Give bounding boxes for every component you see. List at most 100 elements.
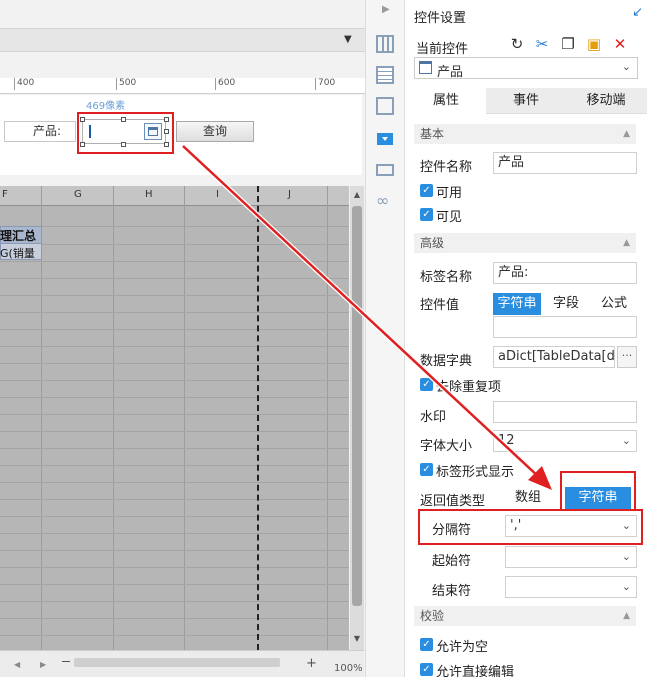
scroll-up-icon[interactable]: ▲ (352, 190, 362, 200)
zoom-percent: 100% (334, 663, 363, 674)
scroll-right-icon[interactable]: ▶ (40, 660, 46, 669)
expand-arrow-icon[interactable]: ▶ (382, 4, 390, 15)
dedupe-checkbox[interactable]: ✓ (420, 378, 433, 391)
chevron-down-icon[interactable]: ⌄ (622, 431, 631, 451)
grid-line (0, 244, 349, 245)
tag-display-checkbox[interactable]: ✓ (420, 463, 433, 476)
column-header[interactable]: G (74, 189, 82, 200)
start-char-select[interactable]: ⌄ (505, 546, 637, 568)
tag-name-label: 标签名称 (420, 270, 473, 285)
data-dict-more-button[interactable]: ··· (617, 346, 637, 368)
grid-line (184, 186, 185, 650)
annotation-highlight-widget (77, 112, 174, 154)
ruler-tick: 400 (14, 78, 34, 90)
column-header[interactable]: H (145, 189, 153, 200)
layer-icon[interactable] (376, 164, 394, 176)
dropdown-toggle-icon[interactable]: ▼ (344, 34, 356, 46)
ruler-tick: 600 (215, 78, 235, 90)
delete-icon[interactable]: ✕ (611, 35, 629, 53)
collapse-icon[interactable]: ▲ (623, 606, 630, 626)
widget-value-input[interactable] (493, 316, 637, 338)
grid-line (0, 516, 349, 517)
collapse-icon[interactable]: ▲ (623, 233, 630, 253)
spreadsheet-grid[interactable]: F G H I J 理汇总 G(销量 (0, 186, 349, 650)
zoom-out-icon[interactable] (62, 661, 70, 662)
dedupe-label: 去除重复项 (436, 380, 502, 395)
scrollbar-thumb[interactable] (352, 206, 362, 606)
return-type-label: 返回值类型 (420, 494, 486, 509)
visible-checkbox[interactable]: ✓ (420, 208, 433, 221)
current-widget-select[interactable]: 产品 ⌄ (414, 57, 638, 80)
product-label-widget[interactable]: 产品: (4, 121, 76, 142)
tag-name-input[interactable]: 产品: (493, 262, 637, 284)
visible-label: 可见 (436, 210, 463, 225)
tab-properties[interactable]: 属性 (406, 88, 486, 114)
column-header-row: F G H I J (0, 186, 349, 206)
end-char-select[interactable]: ⌄ (505, 576, 637, 598)
chevron-down-icon[interactable]: ⌄ (622, 547, 631, 567)
table-icon[interactable] (376, 66, 394, 84)
paste-icon[interactable]: ▣ (585, 35, 603, 53)
chevron-down-icon[interactable]: ⌄ (622, 60, 631, 73)
chevron-down-icon[interactable]: ⌄ (622, 577, 631, 597)
collapse-panel-icon[interactable]: ↙ (632, 5, 643, 20)
section-advanced[interactable]: 高级 ▲ (414, 233, 636, 253)
scroll-left-icon[interactable]: ◀ (14, 660, 20, 669)
zoom-slider[interactable] (74, 658, 280, 667)
grid-line (0, 635, 349, 636)
collapse-icon[interactable]: ▲ (623, 124, 630, 144)
grid-line (0, 533, 349, 534)
value-mode-formula[interactable]: 公式 (591, 293, 637, 315)
font-size-select[interactable]: 12 ⌄ (493, 430, 637, 452)
allow-empty-checkbox[interactable]: ✓ (420, 638, 433, 651)
watermark-label: 水印 (420, 410, 447, 425)
allow-edit-checkbox[interactable]: ✓ (420, 663, 433, 676)
frame-icon[interactable] (376, 97, 394, 115)
pixel-width-hint: 469像素 (86, 101, 126, 112)
zoom-in-icon[interactable]: + (306, 656, 317, 671)
section-title: 校验 (420, 609, 445, 623)
query-button[interactable]: 查询 (176, 121, 254, 142)
section-basic[interactable]: 基本 ▲ (414, 124, 636, 144)
grid-line (0, 226, 349, 227)
grid-line (0, 550, 349, 551)
scroll-down-icon[interactable]: ▼ (352, 634, 362, 644)
grid-line (0, 261, 349, 262)
tab-events[interactable]: 事件 (486, 88, 566, 114)
widget-value-label: 控件值 (420, 298, 460, 313)
grid-line (0, 584, 349, 585)
refresh-icon[interactable]: ↻ (508, 35, 526, 53)
enabled-checkbox[interactable]: ✓ (420, 184, 433, 197)
horizontal-scrollbar[interactable]: ◀ ▶ + 100% (0, 650, 364, 677)
tag-display-label: 标签形式显示 (436, 465, 515, 480)
page-break-line (257, 186, 259, 650)
widget-name-input[interactable]: 产品 (493, 152, 637, 174)
allow-empty-label: 允许为空 (436, 640, 489, 655)
widget-settings-icon[interactable] (377, 133, 393, 145)
grid-line (0, 414, 349, 415)
layout-icon[interactable] (376, 35, 394, 53)
copy-icon[interactable]: ❐ (559, 35, 577, 53)
watermark-input[interactable] (493, 401, 637, 423)
value-mode-field[interactable]: 字段 (544, 293, 588, 315)
column-header[interactable]: F (2, 189, 8, 200)
vertical-scrollbar[interactable]: ▲ ▼ (350, 186, 364, 650)
grid-line (0, 278, 349, 279)
section-validate[interactable]: 校验 ▲ (414, 606, 636, 626)
value-mode-string[interactable]: 字符串 (493, 293, 541, 315)
return-type-array[interactable]: 数组 (498, 487, 558, 509)
data-dict-input[interactable]: aDict[TableData[ds4]] (493, 346, 615, 368)
widget-name-label: 控件名称 (420, 160, 473, 175)
grid-line (0, 363, 349, 364)
data-dict-label: 数据字典 (420, 354, 473, 369)
tab-mobile[interactable]: 移动端 (566, 88, 646, 114)
link-icon[interactable]: ∞ (376, 192, 394, 210)
column-header[interactable]: I (216, 189, 219, 200)
section-title: 高级 (420, 236, 445, 250)
column-header[interactable]: J (288, 189, 291, 200)
allow-edit-label: 允许直接编辑 (436, 665, 515, 677)
cut-icon[interactable]: ✂ (533, 35, 551, 53)
horizontal-ruler: 400 500 600 700 (0, 78, 370, 94)
current-widget-label: 当前控件 (416, 42, 469, 57)
grid-line (0, 448, 349, 449)
